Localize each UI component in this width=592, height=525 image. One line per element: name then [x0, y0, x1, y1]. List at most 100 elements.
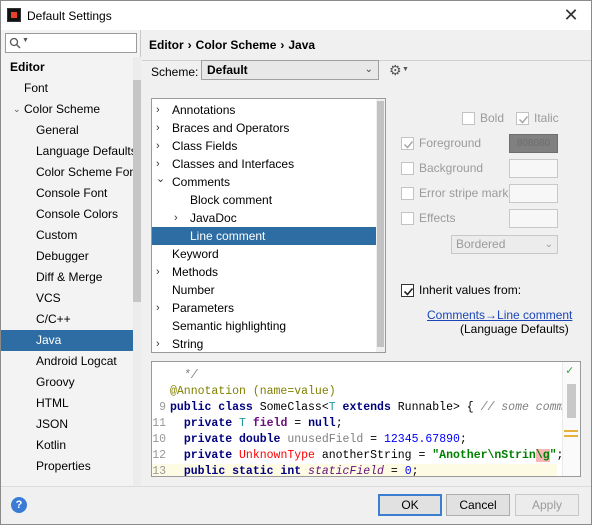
category-label: Line comment — [190, 229, 266, 243]
preview-scrollbar-thumb[interactable] — [567, 384, 576, 418]
chevron-right-icon[interactable]: › — [174, 209, 178, 227]
chevron-right-icon[interactable]: › — [156, 263, 160, 281]
category-label: Parameters — [172, 301, 235, 315]
gear-dropdown-icon[interactable]: ▼ — [402, 66, 409, 73]
sidebar-item[interactable]: C/C++ — [1, 309, 133, 330]
sidebar-item[interactable]: General — [1, 120, 133, 141]
sidebar-item[interactable]: Color Scheme Font — [1, 162, 139, 183]
chevron-down-icon: ⌄ — [544, 239, 553, 250]
category-item[interactable]: Line comment — [152, 227, 377, 245]
category-label: Methods — [172, 265, 219, 279]
effects-checkbox[interactable] — [401, 212, 414, 225]
sidebar-item-label: Kotlin — [36, 438, 67, 452]
category-item[interactable]: › Parameters — [152, 299, 377, 317]
category-item[interactable]: › Annotations — [152, 101, 377, 119]
category-item[interactable]: › Classes and Interfaces — [152, 155, 377, 173]
preview-scrollbar[interactable]: ✓ — [562, 362, 580, 476]
title-bar: Default Settings ✕ — [1, 1, 591, 30]
sidebar-item-label: Properties — [36, 459, 91, 473]
sidebar-item[interactable]: Kotlin — [1, 435, 133, 456]
code-line: 10 private double unusedField = 12345.67… — [152, 433, 467, 446]
sidebar-item[interactable]: Diff & Merge — [1, 267, 133, 288]
sidebar-scrollbar[interactable] — [133, 57, 141, 486]
sidebar-item[interactable]: Editor — [1, 57, 133, 78]
apply-button[interactable]: Apply — [515, 494, 579, 516]
chevron-right-icon[interactable]: › — [156, 335, 160, 352]
error-stripe-color-swatch[interactable] — [509, 184, 558, 203]
category-label: Classes and Interfaces — [172, 157, 295, 171]
ok-button[interactable]: OK — [378, 494, 442, 516]
sidebar-item[interactable]: VCS — [1, 288, 133, 309]
sidebar-item[interactable]: HTML — [1, 393, 133, 414]
help-icon[interactable]: ? — [11, 497, 27, 513]
sidebar-item-label: Font — [24, 81, 49, 95]
category-item[interactable]: Block comment — [152, 191, 377, 209]
check-icon: ✓ — [566, 364, 574, 378]
warning-stripe[interactable] — [564, 430, 578, 432]
effects-label: Effects — [419, 211, 456, 225]
chevron-right-icon[interactable]: › — [156, 101, 160, 119]
error-stripe-checkbox[interactable] — [401, 187, 414, 200]
sidebar-item[interactable]: Custom — [1, 225, 133, 246]
chevron-right-icon[interactable]: › — [156, 119, 160, 137]
foreground-color-swatch[interactable]: 808080 — [509, 134, 558, 153]
sidebar-item[interactable]: Java — [1, 330, 133, 351]
search-input[interactable]: ▼ — [5, 33, 137, 53]
sidebar-item-label: VCS — [36, 291, 61, 305]
chevron-down-icon[interactable]: ⌄ — [156, 170, 165, 188]
category-item[interactable]: › Class Fields — [152, 137, 377, 155]
bold-checkbox[interactable] — [462, 112, 475, 125]
chevron-right-icon[interactable]: › — [156, 299, 160, 317]
sidebar-item[interactable]: Groovy — [1, 372, 133, 393]
inherit-link[interactable]: Comments→Line comment — [427, 308, 572, 322]
category-item[interactable]: ⌄ Comments — [152, 173, 377, 191]
code-line: 11 private T field = null; — [152, 417, 343, 430]
scheme-select[interactable]: Default ⌄ — [201, 60, 379, 80]
chevron-right-icon[interactable]: › — [156, 137, 160, 155]
sidebar-item[interactable]: Font — [1, 78, 133, 99]
cancel-button[interactable]: Cancel — [446, 494, 510, 516]
warning-stripe[interactable] — [564, 435, 578, 437]
sidebar-item-label: Editor — [10, 60, 45, 74]
sidebar-item[interactable]: Language Defaults — [1, 141, 137, 162]
category-item[interactable]: › JavaDoc — [152, 209, 377, 227]
category-item[interactable]: › String — [152, 335, 377, 352]
breadcrumb: Editor › Color Scheme › Java — [149, 38, 315, 52]
sidebar-item-label: Console Colors — [36, 207, 119, 221]
italic-label: Italic — [534, 111, 559, 125]
category-scrollbar[interactable] — [376, 99, 385, 352]
category-label: JavaDoc — [190, 211, 237, 225]
category-item[interactable]: Number — [152, 281, 377, 299]
sidebar-item[interactable]: ⌄ Color Scheme — [1, 99, 133, 120]
sidebar-item[interactable]: Debugger — [1, 246, 133, 267]
sidebar-item-label: General — [36, 123, 79, 137]
sidebar-item[interactable]: Properties — [1, 456, 133, 477]
expand-arrow-icon[interactable]: ⌄ — [13, 99, 21, 120]
category-scrollbar-thumb[interactable] — [377, 101, 384, 347]
code-line: 9 public class SomeClass<T extends Runnab… — [159, 401, 581, 414]
sidebar-item[interactable]: Console Font — [1, 183, 133, 204]
category-tree[interactable]: › Annotations › Braces and Operators › Class … — [151, 98, 386, 353]
background-checkbox[interactable] — [401, 162, 414, 175]
sidebar-item[interactable]: JSON — [1, 414, 133, 435]
background-color-swatch[interactable] — [509, 159, 558, 178]
italic-checkbox[interactable] — [516, 112, 529, 125]
sidebar-scrollbar-thumb[interactable] — [133, 80, 141, 302]
effects-color-swatch[interactable] — [509, 209, 558, 228]
foreground-checkbox[interactable] — [401, 137, 414, 150]
bold-label: Bold — [480, 111, 505, 125]
category-item[interactable]: Keyword — [152, 245, 377, 263]
settings-sidebar: ▼ Editor Font ⌄ Color Scheme General Language… — [1, 30, 141, 486]
inherit-checkbox[interactable] — [401, 284, 414, 297]
sidebar-item[interactable]: Console Colors — [1, 204, 133, 225]
sidebar-item-label: Color Scheme — [24, 102, 101, 116]
category-item[interactable]: › Methods — [152, 263, 377, 281]
category-label: Annotations — [172, 103, 236, 117]
effects-type-select[interactable]: Bordered ⌄ — [451, 235, 558, 254]
category-item[interactable]: Semantic highlighting — [152, 317, 377, 335]
close-icon[interactable]: ✕ — [561, 5, 581, 25]
search-dropdown-icon[interactable]: ▼ — [22, 37, 29, 44]
sidebar-item[interactable]: Android Logcat — [1, 351, 133, 372]
category-item[interactable]: › Braces and Operators — [152, 119, 377, 137]
code-preview[interactable]: */ @Annotation (name=value) 9 public clas… — [151, 361, 581, 477]
